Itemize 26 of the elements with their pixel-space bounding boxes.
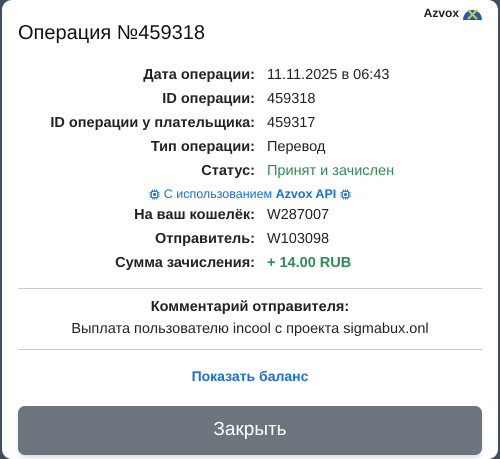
detail-label: Тип операции:: [150, 138, 255, 158]
detail-value: 11.11.2025 в 06:43: [267, 66, 390, 86]
detail-value: Принят и зачислен: [267, 162, 396, 182]
detail-value: W287007: [267, 206, 330, 226]
detail-label: Сумма зачисления:: [114, 254, 255, 274]
comment-text: Выплата пользователю incool с проекта sigmabux.onl: [70, 320, 430, 339]
chip-icon: [340, 188, 352, 200]
close-button[interactable]: Закрыть: [18, 406, 482, 454]
detail-label: Отправитель:: [154, 230, 255, 250]
dialog-title: Операция №459318: [18, 21, 206, 46]
comment-heading: Комментарий отправителя:: [150, 298, 350, 317]
api-note: С использованием Azvox API: [164, 186, 336, 203]
detail-value: Перевод: [267, 138, 326, 158]
detail-value: 459318: [267, 90, 316, 110]
detail-label: ID операции у плательщика:: [49, 114, 255, 134]
detail-label: Дата операции:: [142, 66, 255, 86]
chip-icon: [148, 188, 160, 200]
brand-name: Azvox: [424, 5, 459, 22]
detail-value: + 14.00 RUB: [267, 254, 352, 274]
detail-label: Статус:: [200, 162, 255, 182]
show-balance-link[interactable]: Показать баланс: [192, 366, 308, 386]
logo-icon: [463, 6, 482, 20]
detail-label: На ваш кошелёк:: [133, 206, 255, 226]
detail-label: ID операции:: [161, 90, 255, 110]
detail-value: 459317: [267, 114, 316, 134]
detail-value: W103098: [267, 230, 330, 250]
